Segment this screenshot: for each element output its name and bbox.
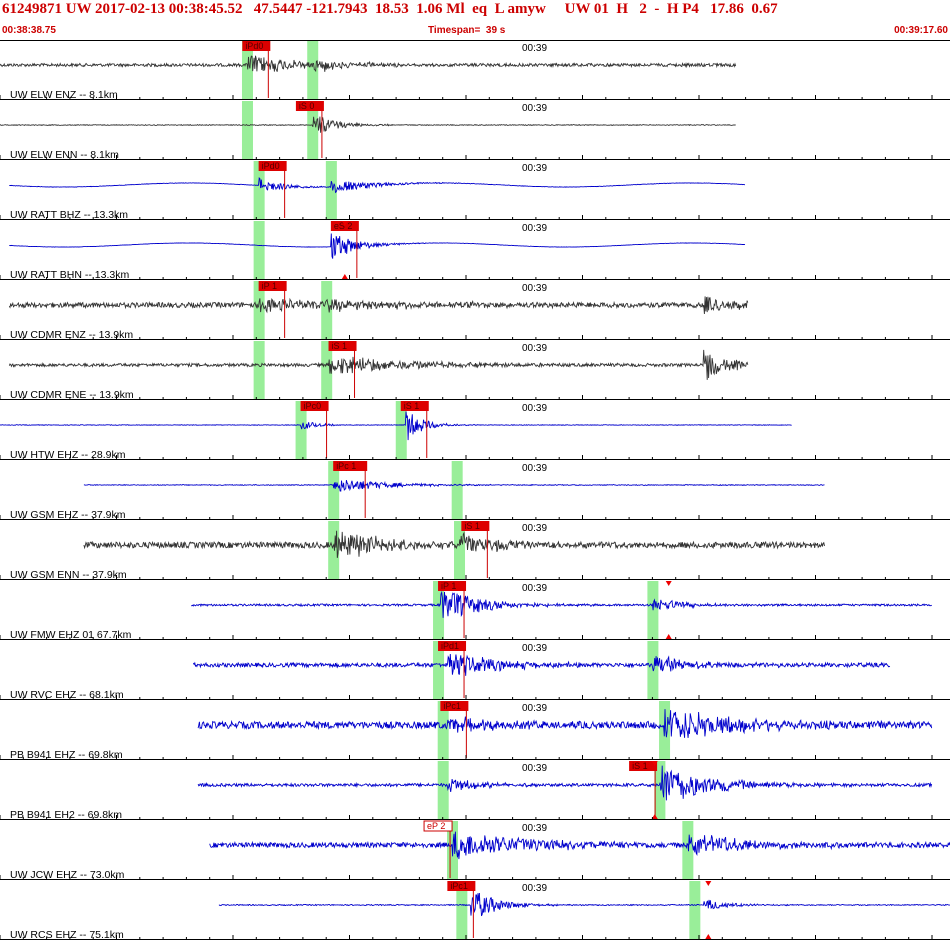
waveform: [197, 765, 933, 801]
time-marker-label: 00:39: [522, 583, 547, 594]
time-marker-label: 00:39: [522, 883, 547, 894]
start-time-label: 00:38:38.75: [2, 25, 56, 36]
flag-bottom-icon: [665, 634, 672, 639]
waveform: [0, 116, 736, 133]
time-marker-label: 00:39: [522, 43, 547, 54]
time-marker-label: 00:39: [522, 643, 547, 654]
pick-window: [253, 341, 265, 400]
pick-window: [253, 221, 265, 280]
waveform: [9, 233, 746, 259]
time-marker-label: 00:39: [522, 343, 547, 354]
seismogram-panel[interactable]: iPd0 00:39 UW ELW ENZ -- 8.1km iS 0 00:39 UW …: [0, 40, 950, 941]
pick-window: [647, 581, 659, 640]
time-marker-label: 00:39: [522, 163, 547, 174]
trace-panel[interactable]: iS 1 00:39UW CDMR ENE -- 13.9km: [0, 341, 950, 401]
pick-label: iS 0: [299, 101, 315, 111]
waveform: [8, 296, 749, 315]
time-marker-label: 00:39: [522, 823, 547, 834]
pick-label: iPc 1: [336, 461, 356, 471]
waveform: [8, 349, 749, 380]
trace-panel[interactable]: eP 2 00:39UW JCW EHZ -- 73.0km: [0, 820, 950, 881]
pick-label: iPd1: [441, 641, 459, 651]
time-marker-label: 00:39: [522, 763, 547, 774]
waveform: [218, 892, 950, 917]
pick-label: iP 1: [441, 581, 456, 591]
pick-window: [451, 461, 463, 520]
end-time-label: 00:39:17.60: [894, 25, 948, 36]
trace-panel[interactable]: iS 1 00:39UW GSM ENN -- 37.9km: [0, 521, 950, 581]
pick-window: [682, 821, 694, 880]
trace-panel[interactable]: iP 1 00:39UW FMW EHZ 01 67.7km: [0, 581, 950, 641]
trace-panel[interactable]: iPc1 00:39PB B941 EHZ -- 69.8km: [0, 701, 950, 761]
trace-panel[interactable]: iPc0 iS 1 00:39UW HTW EHZ -- 28.9km: [0, 401, 950, 461]
flag-bottom-icon: [705, 934, 712, 939]
waveform: [191, 590, 932, 618]
trace-panel[interactable]: iPd1 00:39UW RVC EHZ -- 68.1km: [0, 641, 950, 701]
pick-window: [307, 41, 319, 100]
time-marker-label: 00:39: [522, 223, 547, 234]
time-marker-label: 00:39: [522, 103, 547, 114]
waveform: [0, 55, 737, 73]
event-header: 61249871 UW 2017-02-13 00:38:45.52 47.54…: [0, 0, 950, 40]
flag-bottom-icon: [341, 274, 348, 279]
pick-window: [241, 101, 253, 160]
time-marker-label: 00:39: [522, 403, 547, 414]
time-marker-label: 00:39: [522, 703, 547, 714]
pick-window: [437, 761, 449, 820]
trace-panel[interactable]: eS 2 00:39UW RATT BHN -- 13.3km: [0, 221, 950, 281]
pick-label: iS 1: [464, 521, 480, 531]
pick-label: iS 1: [332, 341, 348, 351]
waveform: [9, 177, 745, 194]
trace-panel[interactable]: iPc1 00:39 UW RCS EHZ -- 75.1km: [0, 881, 950, 941]
waveform: [209, 831, 950, 860]
event-info-line: 61249871 UW 2017-02-13 00:38:45.52 47.54…: [2, 1, 778, 17]
waveform: [197, 709, 933, 738]
pick-label: iPd0: [245, 41, 263, 51]
flag-top-icon: [705, 881, 712, 886]
pick-label: iP 1: [262, 281, 277, 291]
waveform: [192, 653, 891, 676]
seismogram-traces[interactable]: iPd0 00:39UW ELW ENZ -- 8.1kmiS 0 00:39UW …: [0, 40, 950, 941]
pick-label: iS 1: [404, 401, 420, 411]
pick-label: iPc1: [443, 701, 461, 711]
trace-panel[interactable]: iPd0 00:39UW ELW ENZ -- 8.1km: [0, 41, 950, 101]
pick-label: iPc1: [450, 881, 468, 891]
time-marker-label: 00:39: [522, 463, 547, 474]
pick-window: [689, 881, 701, 940]
pick-window: [321, 281, 333, 340]
trace-panel[interactable]: iPd0 00:39UW RATT BHZ -- 13.3km: [0, 161, 950, 221]
pick-label: iPc0: [304, 401, 322, 411]
time-marker-label: 00:39: [522, 283, 547, 294]
station-label: UW RCS EHZ -- 75.1km: [10, 929, 124, 940]
trace-panel[interactable]: iPc 1 00:39UW GSM EHZ -- 37.9km: [0, 461, 950, 521]
pick-label: eP 2: [427, 821, 445, 831]
time-marker-label: 00:39: [522, 523, 547, 534]
pick-label: iS 1: [632, 761, 648, 771]
trace-panel[interactable]: iS 100:39PB B941 EH2 -- 69.8km: [0, 761, 950, 821]
pick-label: iPd0: [262, 161, 280, 171]
timespan-label: Timespan= 39 s: [428, 25, 506, 36]
flag-top-icon: [665, 581, 672, 586]
trace-panel[interactable]: iS 0 00:39UW ELW ENN -- 8.1km: [0, 101, 950, 161]
trace-panel[interactable]: iP 1 00:39UW CDMR ENZ -- 13.9km: [0, 281, 950, 341]
